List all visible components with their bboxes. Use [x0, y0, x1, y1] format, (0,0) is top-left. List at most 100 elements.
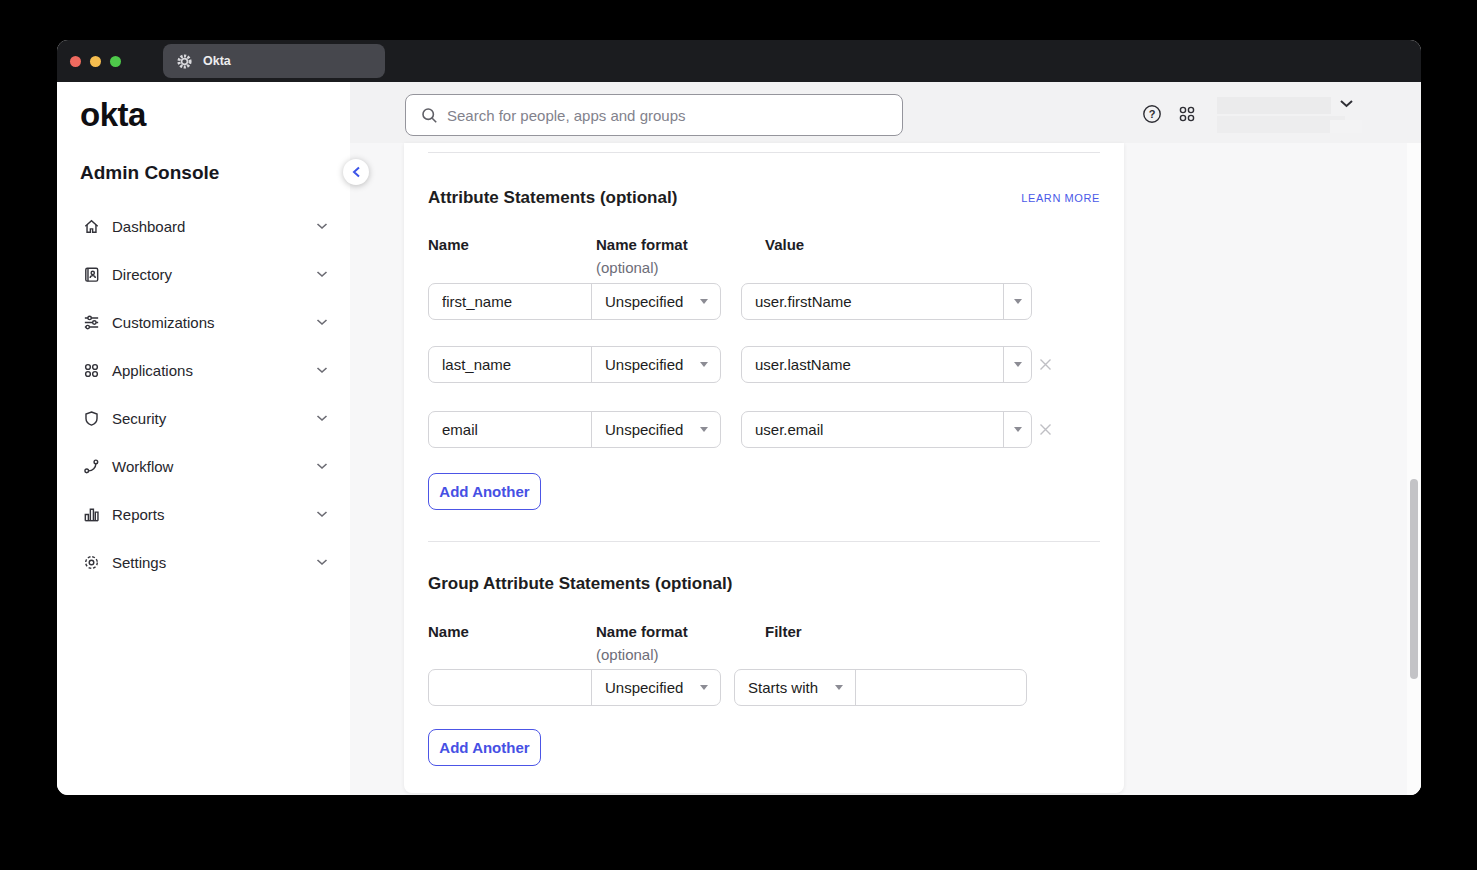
chevron-down-icon [316, 558, 328, 566]
caret-down-icon [835, 685, 843, 690]
column-format: Name format [596, 236, 688, 253]
chevron-left-icon [352, 166, 361, 178]
bar-chart-icon [82, 505, 101, 524]
sidebar-item-settings[interactable]: Settings [57, 538, 350, 586]
window-titlebar: Okta [57, 40, 1421, 82]
group-attribute-row: Unspecified Starts with [428, 669, 1027, 706]
scrollbar-track[interactable] [1407, 143, 1421, 795]
caret-down-icon [700, 299, 708, 304]
shield-icon [82, 409, 101, 428]
workflow-icon [82, 457, 101, 476]
sidebar-item-label: Directory [112, 266, 172, 283]
caret-down-icon [1014, 362, 1022, 367]
attr-value-input[interactable] [742, 284, 1003, 319]
sidebar-item-customizations[interactable]: Customizations [57, 298, 350, 346]
user-org-redacted [1217, 116, 1345, 133]
divider [428, 541, 1100, 542]
attr-value-select[interactable] [1003, 284, 1031, 319]
attr-value-select[interactable] [1003, 412, 1031, 447]
learn-more-link[interactable]: LEARN MORE [1021, 192, 1100, 204]
group-name-input[interactable] [429, 670, 591, 705]
caret-down-icon [700, 685, 708, 690]
format-optional-note: (optional) [596, 646, 659, 663]
remove-row-button[interactable] [1039, 358, 1052, 371]
traffic-lights [57, 56, 121, 67]
divider [428, 152, 1100, 153]
section-title: Group Attribute Statements (optional) [428, 574, 732, 594]
remove-row-button[interactable] [1039, 423, 1052, 436]
sidebar-item-directory[interactable]: Directory [57, 250, 350, 298]
chevron-down-icon [316, 366, 328, 374]
tab-title: Okta [203, 54, 231, 68]
sidebar-item-dashboard[interactable]: Dashboard [57, 202, 350, 250]
user-menu-chevron-icon[interactable] [1339, 99, 1354, 109]
help-icon[interactable]: ? [1142, 104, 1162, 124]
admin-console-title: Admin Console [80, 162, 219, 184]
sidebar: okta Admin Console Dashboard Directory C… [57, 82, 350, 795]
sidebar-item-label: Customizations [112, 314, 215, 331]
attr-name-input[interactable] [429, 412, 591, 447]
chevron-down-icon [316, 270, 328, 278]
sidebar-item-reports[interactable]: Reports [57, 490, 350, 538]
caret-down-icon [700, 427, 708, 432]
search-icon [421, 107, 438, 124]
sidebar-item-label: Workflow [112, 458, 173, 475]
okta-favicon [176, 53, 193, 70]
scrollbar-thumb[interactable] [1410, 479, 1418, 679]
attribute-row: Unspecified [428, 346, 1052, 383]
section-title: Attribute Statements (optional) [428, 188, 677, 208]
group-attribute-header: Group Attribute Statements (optional) [428, 571, 1100, 597]
column-name: Name [428, 623, 469, 640]
attr-name-input[interactable] [429, 284, 591, 319]
sidebar-item-label: Security [112, 410, 166, 427]
caret-down-icon [1014, 299, 1022, 304]
sidebar-collapse-button[interactable] [343, 159, 369, 185]
group-format-select[interactable]: Unspecified [591, 670, 720, 705]
minimize-window-button[interactable] [90, 56, 101, 67]
top-header: ? [350, 82, 1421, 143]
sidebar-nav: Dashboard Directory Customizations Appli… [57, 202, 350, 586]
chevron-down-icon [316, 414, 328, 422]
saml-settings-card: Attribute Statements (optional) LEARN MO… [404, 143, 1124, 793]
add-attribute-button[interactable]: Add Another [428, 473, 541, 510]
global-search[interactable] [405, 94, 903, 136]
browser-tab-okta[interactable]: Okta [163, 44, 385, 78]
search-input[interactable] [447, 107, 902, 124]
add-group-attribute-button[interactable]: Add Another [428, 729, 541, 766]
attribute-row: Unspecified [428, 283, 1032, 320]
directory-icon [82, 265, 101, 284]
sidebar-item-workflow[interactable]: Workflow [57, 442, 350, 490]
svg-text:?: ? [1149, 108, 1156, 120]
sidebar-item-label: Reports [112, 506, 165, 523]
chevron-down-icon [316, 462, 328, 470]
column-value: Value [765, 236, 804, 253]
attr-value-select[interactable] [1003, 347, 1031, 382]
filter-op-select[interactable]: Starts with [735, 670, 855, 705]
caret-down-icon [1014, 427, 1022, 432]
home-icon [82, 217, 101, 236]
attr-value-input[interactable] [742, 347, 1003, 382]
okta-logo: okta [80, 96, 146, 134]
attribute-row: Unspecified [428, 411, 1052, 448]
attr-format-select[interactable]: Unspecified [591, 412, 720, 447]
column-filter: Filter [765, 623, 802, 640]
attr-format-select[interactable]: Unspecified [591, 284, 720, 319]
attr-format-select[interactable]: Unspecified [591, 347, 720, 382]
sliders-icon [82, 313, 101, 332]
user-account-redacted[interactable] [1217, 97, 1345, 133]
chevron-down-icon [316, 510, 328, 518]
sidebar-item-applications[interactable]: Applications [57, 346, 350, 394]
zoom-window-button[interactable] [110, 56, 121, 67]
column-name: Name [428, 236, 469, 253]
apps-launcher-icon[interactable] [1177, 104, 1197, 124]
chevron-down-icon [316, 318, 328, 326]
sidebar-item-security[interactable]: Security [57, 394, 350, 442]
format-optional-note: (optional) [596, 259, 659, 276]
main-area: ? Attribute Statements (optional) LEARN … [350, 82, 1421, 795]
filter-value-input[interactable] [855, 670, 1026, 705]
sidebar-item-label: Dashboard [112, 218, 185, 235]
close-window-button[interactable] [70, 56, 81, 67]
attr-name-input[interactable] [429, 347, 591, 382]
attr-value-input[interactable] [742, 412, 1003, 447]
attribute-statements-header: Attribute Statements (optional) LEARN MO… [428, 185, 1100, 211]
